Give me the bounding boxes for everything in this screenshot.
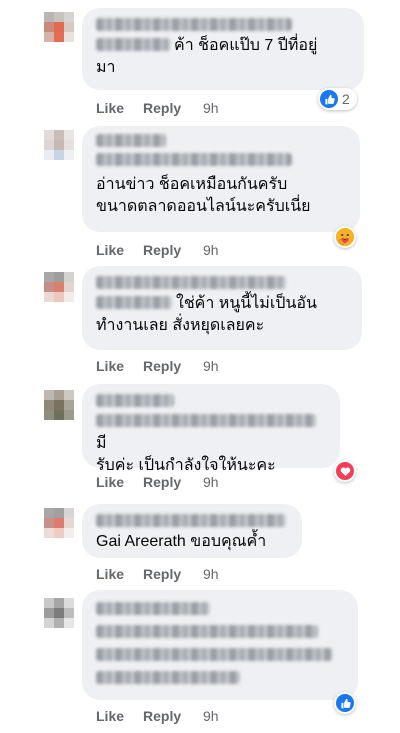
comment-bubble: ค้า ช็อคแป๊บ 7 ปีที่อยู่ มา — [82, 8, 364, 90]
timestamp[interactable]: 9h — [203, 566, 219, 582]
author-name[interactable] — [96, 602, 210, 615]
avatar[interactable] — [44, 598, 74, 628]
tagged-name[interactable] — [96, 296, 172, 309]
comment-line: มา — [96, 59, 116, 76]
reaction-summary[interactable]: 2 — [318, 88, 357, 110]
author-name[interactable] — [96, 394, 174, 407]
reaction-summary[interactable] — [334, 692, 356, 714]
like-button[interactable]: Like — [96, 566, 124, 582]
timestamp[interactable]: 9h — [203, 474, 219, 490]
like-button[interactable]: Like — [96, 474, 124, 490]
comment-bubble — [82, 590, 358, 700]
comment-bubble: ใช่ค้า หนูนี้ไม่เป็นอัน ทำงานเลย สั่งหยุ… — [82, 266, 362, 350]
comment-text: ใช่ค้า หนูนี้ไม่เป็นอัน ทำงานเลย สั่งหยุ… — [96, 293, 350, 337]
comment-line: ขนาดตลาดออนไลน์นะครับเนี่ย — [96, 198, 311, 215]
avatar[interactable] — [44, 390, 74, 420]
reply-button[interactable]: Reply — [143, 474, 181, 490]
author-name[interactable] — [96, 134, 166, 147]
love-icon — [336, 462, 354, 480]
timestamp[interactable]: 9h — [203, 100, 219, 116]
avatar[interactable] — [44, 130, 74, 160]
timestamp[interactable]: 9h — [203, 708, 219, 724]
like-icon — [320, 90, 338, 108]
author-name[interactable] — [96, 276, 286, 289]
author-name[interactable] — [96, 514, 286, 527]
comment-text: ค้า ช็อคแป๊บ 7 ปีที่อยู่ มา — [96, 35, 352, 79]
comment-bubble: Gai Areerath ขอบคุณค้ำ — [82, 504, 302, 558]
reaction-summary[interactable] — [334, 226, 356, 248]
like-button[interactable]: Like — [96, 100, 124, 116]
reply-button[interactable]: Reply — [143, 358, 181, 374]
comment-bubble: มี รับค่ะ เป็นกำลังใจให้นะคะ — [82, 384, 340, 474]
comment-line: มี — [96, 435, 107, 452]
comment-line: อ่านข่าว ช็อคเหมือนกันครับ — [96, 176, 288, 193]
blurred-comment-line[interactable] — [96, 625, 318, 638]
comment-text: อ่านข่าว ช็อคเหมือนกันครับ ขนาดตลาดออนไล… — [96, 174, 348, 218]
avatar[interactable] — [44, 12, 74, 42]
reply-button[interactable]: Reply — [143, 708, 181, 724]
reaction-count: 2 — [342, 91, 350, 107]
reply-button[interactable]: Reply — [143, 242, 181, 258]
tagged-name[interactable] — [96, 38, 170, 51]
tagged-name[interactable] — [96, 414, 316, 427]
author-name[interactable] — [96, 18, 292, 31]
reply-button[interactable]: Reply — [143, 100, 181, 116]
avatar[interactable] — [44, 272, 74, 302]
like-icon — [336, 694, 354, 712]
blurred-comment-line — [96, 671, 240, 684]
comment-line: ทำงานเลย สั่งหยุดเลยคะ — [96, 317, 265, 334]
timestamp[interactable]: 9h — [203, 358, 219, 374]
reply-button[interactable]: Reply — [143, 566, 181, 582]
avatar[interactable] — [44, 508, 74, 538]
comment-line: รับค่ะ เป็นกำลังใจให้นะคะ — [96, 457, 276, 474]
like-button[interactable]: Like — [96, 242, 124, 258]
comment-text: Gai Areerath ขอบคุณค้ำ — [96, 531, 290, 553]
like-button[interactable]: Like — [96, 358, 124, 374]
comment-text: มี รับค่ะ เป็นกำลังใจให้นะคะ — [96, 411, 328, 477]
blurred-comment-line — [96, 648, 332, 661]
like-button[interactable]: Like — [96, 708, 124, 724]
timestamp[interactable]: 9h — [203, 242, 219, 258]
tagged-name[interactable] — [96, 153, 292, 166]
reaction-summary[interactable] — [334, 460, 356, 482]
comment-line: ใช่ค้า หนูนี้ไม่เป็นอัน — [176, 295, 317, 312]
care-icon — [336, 228, 354, 246]
comment-line: ค้า ช็อคแป๊บ 7 ปีที่อยู่ — [174, 37, 318, 54]
comment-line: Gai Areerath ขอบคุณค้ำ — [96, 533, 267, 550]
comment-bubble: อ่านข่าว ช็อคเหมือนกันครับ ขนาดตลาดออนไล… — [82, 126, 360, 232]
